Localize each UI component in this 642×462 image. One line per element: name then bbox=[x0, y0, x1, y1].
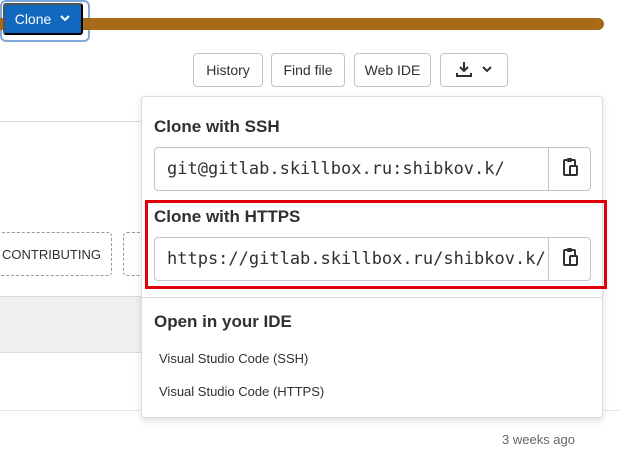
download-button[interactable] bbox=[440, 53, 508, 87]
progress-bar bbox=[0, 18, 604, 30]
find-file-button[interactable]: Find file bbox=[271, 53, 345, 87]
history-button[interactable]: History bbox=[193, 53, 263, 87]
clone-button-focus-ring: Clone bbox=[0, 0, 90, 42]
open-ide-title: Open in your IDE bbox=[154, 312, 292, 331]
clone-button[interactable]: Clone bbox=[3, 3, 83, 35]
copy-ssh-button[interactable] bbox=[548, 148, 590, 190]
ssh-url-field bbox=[154, 147, 591, 191]
download-icon bbox=[455, 60, 473, 81]
chevron-down-icon bbox=[59, 11, 71, 27]
web-ide-button[interactable]: Web IDE bbox=[354, 53, 431, 87]
table-header bbox=[0, 296, 141, 353]
ide-option-vscode-ssh[interactable]: Visual Studio Code (SSH) bbox=[159, 351, 308, 366]
highlight-box bbox=[145, 200, 607, 289]
clone-button-label: Clone bbox=[14, 11, 52, 27]
clipboard-icon bbox=[561, 157, 579, 182]
ide-option-vscode-https[interactable]: Visual Studio Code (HTTPS) bbox=[159, 384, 324, 399]
ssh-url-input[interactable] bbox=[155, 148, 548, 190]
clone-ssh-title: Clone with SSH bbox=[154, 117, 280, 136]
chevron-down-icon bbox=[481, 62, 493, 78]
contributing-button[interactable]: CONTRIBUTING bbox=[0, 232, 112, 276]
last-update-time: 3 weeks ago bbox=[502, 432, 575, 447]
divider bbox=[0, 121, 141, 122]
dropdown-divider bbox=[142, 297, 602, 298]
